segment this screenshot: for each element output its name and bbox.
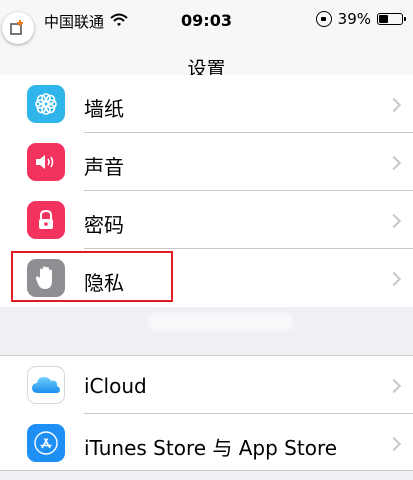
status-right: 39%: [315, 10, 406, 28]
cloud-icon: [27, 366, 65, 404]
redacted-area: [148, 313, 293, 331]
settings-row-icloud[interactable]: iCloud: [0, 356, 413, 414]
app-store-icon: [27, 424, 65, 462]
chevron-right-icon: [386, 213, 402, 229]
lock-icon: [27, 201, 65, 239]
chevron-right-icon: [386, 155, 402, 171]
row-label-wallpaper: 墙纸: [84, 97, 124, 121]
row-label-sound: 声音: [84, 155, 124, 179]
row-label-passcode: 密码: [84, 213, 124, 237]
status-bar: 中国联通 09:03 39%: [0, 0, 413, 42]
chevron-right-icon: [386, 97, 402, 113]
settings-row-wallpaper[interactable]: 墙纸: [0, 75, 413, 133]
settings-row-sound[interactable]: 声音: [0, 133, 413, 191]
chevron-right-icon: [386, 378, 402, 394]
floating-action-icon[interactable]: [2, 12, 34, 44]
battery-icon: [377, 13, 406, 25]
battery-percent: 39%: [337, 10, 371, 28]
chevron-right-icon: [386, 271, 402, 287]
settings-row-itunes-app-store[interactable]: iTunes Store 与 App Store: [0, 414, 413, 472]
row-label-icloud: iCloud: [84, 374, 147, 398]
rotation-lock-icon: [315, 11, 332, 27]
battery-fill: [379, 15, 389, 23]
settings-row-passcode[interactable]: 密码: [0, 191, 413, 249]
wallpaper-icon: [27, 85, 65, 123]
settings-group-accounts: iCloud iTunes Store 与 App Store: [0, 355, 413, 471]
speaker-icon: [27, 143, 65, 181]
row-label-itunes-app-store: iTunes Store 与 App Store: [84, 436, 338, 460]
highlight-box: [11, 251, 173, 302]
chevron-right-icon: [386, 436, 402, 452]
